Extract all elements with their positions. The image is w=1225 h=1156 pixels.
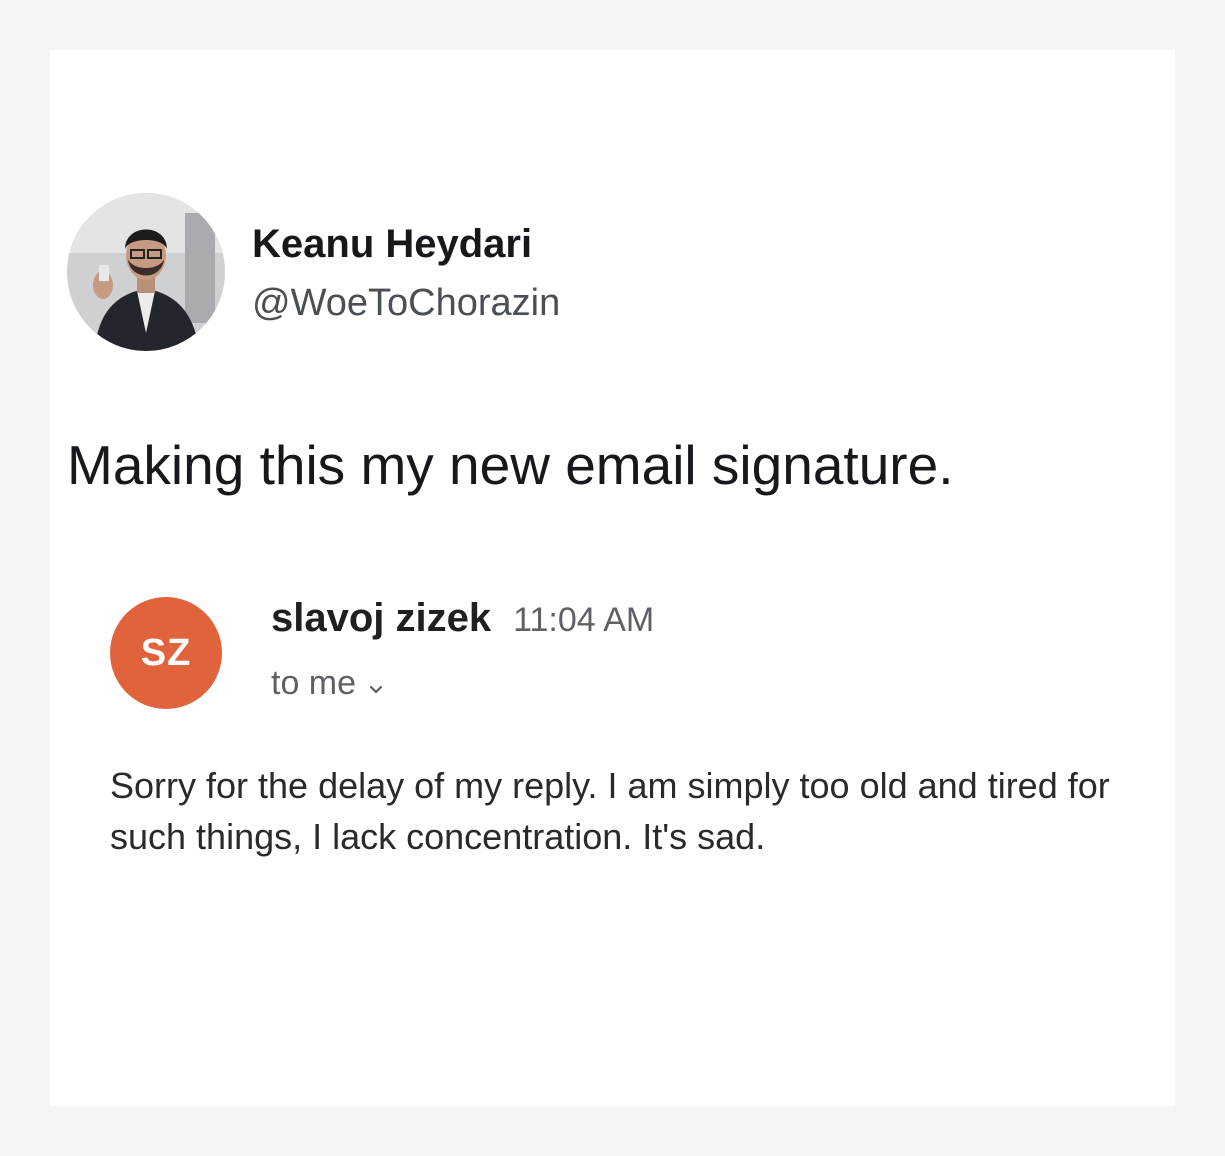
email-header: slavoj zizek 11:04 AM: [271, 596, 654, 641]
chevron-down-icon[interactable]: [368, 666, 384, 705]
recipient-label: to me: [271, 664, 357, 702]
email-time: 11:04 AM: [513, 601, 655, 639]
email-body: Sorry for the delay of my reply. I am si…: [110, 765, 1110, 857]
author-handle[interactable]: @WoeToChorazin: [252, 282, 560, 325]
sender-avatar-initials: SZ: [140, 631, 192, 674]
author-name[interactable]: Keanu Heydari: [252, 222, 532, 267]
sender-avatar: SZ: [110, 597, 222, 709]
tweet-card: Keanu Heydari @WoeToChorazin Making this…: [50, 50, 1175, 1106]
author-photo: [67, 193, 225, 351]
sender-name[interactable]: slavoj zizek: [271, 596, 491, 640]
recipient-details-toggle[interactable]: to me: [271, 664, 384, 705]
tweet-text: Making this my new email signature.: [67, 434, 954, 496]
author-avatar[interactable]: [67, 193, 225, 351]
